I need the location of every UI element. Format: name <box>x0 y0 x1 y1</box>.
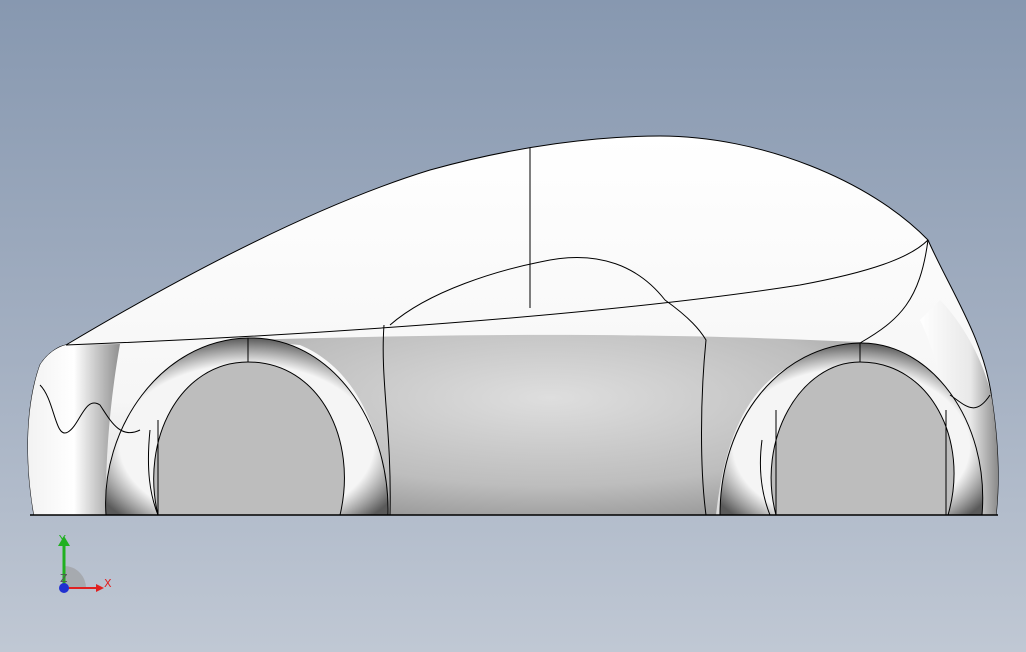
x-arrow-head <box>96 584 104 592</box>
car-model[interactable] <box>0 0 1026 652</box>
3d-model-viewport[interactable]: Y X Z <box>0 0 1026 652</box>
z-axis-label: Z <box>60 572 68 585</box>
x-axis-label: X <box>104 577 112 590</box>
coordinate-triad: Y X Z <box>58 533 112 593</box>
y-axis-label: Y <box>58 533 66 546</box>
